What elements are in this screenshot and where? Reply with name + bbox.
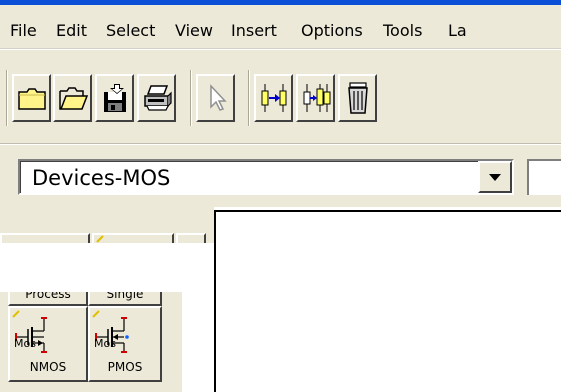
tab-process[interactable] <box>0 233 90 243</box>
toolbar-separator <box>248 70 249 126</box>
palette-tab-single-label: Single <box>106 292 144 301</box>
select-pointer-button[interactable] <box>196 74 235 122</box>
chevron-down-icon <box>489 173 501 181</box>
connect-both-icon <box>303 84 330 112</box>
connect-both-button[interactable] <box>296 74 335 122</box>
new-folder-icon <box>17 88 46 110</box>
printer-icon <box>143 85 172 111</box>
new-file-button[interactable] <box>12 74 51 122</box>
open-folder-icon <box>58 87 88 110</box>
menu-bar: File Edit Select View Insert Options Too… <box>0 5 561 49</box>
arrow-cursor-icon <box>209 84 227 111</box>
tab-more[interactable] <box>176 233 206 243</box>
print-button[interactable] <box>137 74 176 122</box>
library-dropdown-button[interactable] <box>478 161 512 193</box>
toolbar-separator <box>6 70 7 126</box>
connect-button[interactable] <box>254 74 293 122</box>
pmos-symbol-text: Mos <box>94 337 116 350</box>
toolbar-separator <box>190 70 191 126</box>
menu-insert[interactable]: Insert <box>231 21 277 41</box>
palette-item-pmos[interactable]: Mos PMOS <box>88 306 162 382</box>
component-palette: Process Single Mos NMOS Mos PMOS <box>0 292 182 392</box>
palette-tab-process-label: Process <box>25 292 71 301</box>
library-selected-value: Devices-MOS <box>32 166 171 190</box>
library-combobox[interactable]: Devices-MOS <box>18 159 514 195</box>
menu-edit[interactable]: Edit <box>56 21 87 41</box>
menu-file[interactable]: File <box>10 21 37 41</box>
palette-tab-process[interactable]: Process <box>8 292 88 306</box>
palette-tab-single[interactable]: Single <box>88 292 162 306</box>
connect-arrow-icon <box>261 84 286 112</box>
library-bar: Devices-MOS <box>0 145 561 207</box>
floppy-save-icon <box>103 84 126 112</box>
menu-view[interactable]: View <box>175 21 213 41</box>
delete-button[interactable] <box>338 74 377 122</box>
editor-pane[interactable] <box>214 210 561 392</box>
menu-tools[interactable]: Tools <box>383 21 422 41</box>
pmos-label: PMOS <box>107 360 143 374</box>
menu-la[interactable]: La <box>448 21 467 41</box>
nmos-label: NMOS <box>29 360 67 374</box>
menu-options[interactable]: Options <box>301 21 363 41</box>
nmos-symbol-text: Mos <box>14 337 36 350</box>
open-file-button[interactable] <box>53 74 92 122</box>
save-button[interactable] <box>95 74 134 122</box>
palette-item-nmos[interactable]: Mos NMOS <box>8 306 88 382</box>
palette-tab-strip <box>0 207 214 243</box>
toolbar <box>0 50 561 144</box>
menu-select[interactable]: Select <box>106 21 155 41</box>
tab-single[interactable] <box>92 233 174 243</box>
trash-icon <box>347 82 368 114</box>
secondary-field[interactable] <box>527 159 561 195</box>
lightning-icon <box>96 235 104 243</box>
